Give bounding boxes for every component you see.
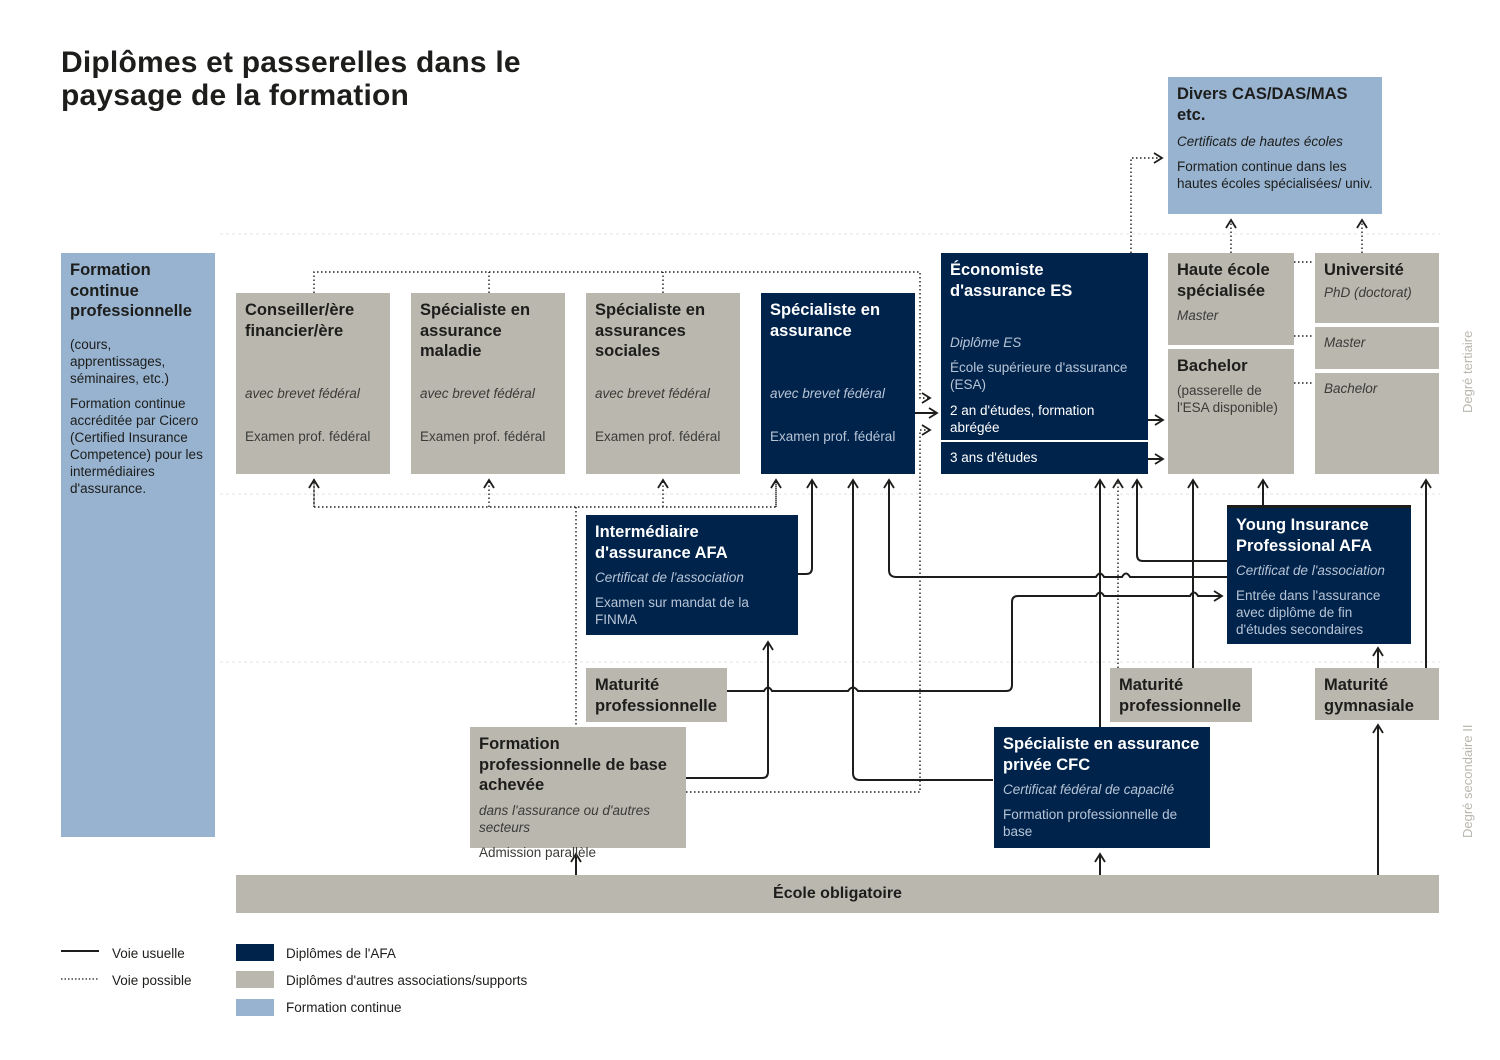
box-text: Examen prof. fédéral xyxy=(770,429,896,444)
zone-label-secondary: Degré secondaire II xyxy=(1460,724,1475,838)
box-text: Examen prof. fédéral xyxy=(245,429,371,444)
box-subtitle: Master xyxy=(1177,308,1219,323)
box-title: Bachelor xyxy=(1177,357,1248,375)
legend-voie-possible: Voie possible xyxy=(112,973,192,988)
box-text: Entrée dans l'assurance avec diplôme de … xyxy=(1236,588,1381,637)
box-formation-continue-professionnelle: Formation continue professionnelle (cour… xyxy=(61,253,215,837)
box-text: (passerelle de l'ESA disponible) xyxy=(1177,382,1278,415)
box-text: Formation professionnelle de base xyxy=(1003,807,1178,839)
box-intermediaire-assurance-afa: Intermédiaire d'assurance AFA Certificat… xyxy=(586,515,798,635)
box-subtitle: dans l'assurance ou d'autres secteurs xyxy=(479,802,651,835)
line-young-to-specialiste xyxy=(883,478,1227,578)
box-title: Formation continue professionnelle xyxy=(70,261,192,320)
box-title: Divers CAS/DAS/MAS etc. xyxy=(1177,85,1348,124)
legend-swatch-other xyxy=(236,971,274,988)
box-text: Examen prof. fédéral xyxy=(595,429,721,444)
box-subtitle: Master xyxy=(1324,335,1366,350)
box-subtitle: avec brevet fédéral xyxy=(770,386,885,401)
box-subtitle: PhD (doctorat) xyxy=(1324,284,1412,300)
box-title: Maturité gymnasiale xyxy=(1324,676,1414,715)
box-ecole-obligatoire: École obligatoire xyxy=(236,875,1439,913)
box-universite: Université PhD (doctorat) xyxy=(1315,253,1439,323)
box-conseiller-financier: Conseiller/ère financier/ère avec brevet… xyxy=(236,293,390,474)
box-divers-cas-das-mas: Divers CAS/DAS/MAS etc. Certificats de h… xyxy=(1168,77,1382,214)
option-three-years: 3 ans d'études xyxy=(950,450,1038,465)
box-title: Formation professionnelle de base achevé… xyxy=(479,735,667,794)
box-text: École supérieure d'assurance (ESA) xyxy=(950,360,1128,392)
box-universite-master: Master xyxy=(1315,327,1439,369)
box-universite-bachelor: Bachelor xyxy=(1315,373,1439,474)
option-two-years: 2 an d'études, formation abrégée xyxy=(950,403,1095,435)
box-title: École obligatoire xyxy=(773,884,902,902)
box-maturite-professionnelle-left: Maturité professionnelle xyxy=(586,668,727,722)
box-text: Examen sur mandat de la FINMA xyxy=(595,595,749,627)
legend-voie-usuelle: Voie usuelle xyxy=(112,946,185,961)
box-specialiste-en-assurance: Spécialiste en assurance avec brevet féd… xyxy=(761,293,915,474)
box-title: Maturité professionnelle xyxy=(595,676,717,715)
box-young-insurance-professional: Young Insurance Professional AFA Certifi… xyxy=(1227,505,1411,644)
box-title: Haute école spécialisée xyxy=(1177,261,1270,300)
box-formation-professionnelle-base: Formation professionnelle de base achevé… xyxy=(470,727,686,860)
box-title: Spécialiste en assurance xyxy=(770,301,881,340)
box-specialiste-assurances-sociales: Spécialiste en assurances sociales avec … xyxy=(586,293,740,474)
box-subtitle: avec brevet fédéral xyxy=(420,386,535,401)
box-haute-ecole-specialisee: Haute école spécialisée Master xyxy=(1168,253,1294,345)
box-subtitle: Certificat fédéral de capacité xyxy=(1003,782,1175,797)
option-divider xyxy=(941,440,1148,442)
legend-diplomes-autres: Diplômes d'autres associations/supports xyxy=(286,973,528,988)
box-subtitle: avec brevet fédéral xyxy=(595,386,710,401)
box-text: Admission parallèle xyxy=(479,844,597,860)
box-title: Conseiller/ère financier/ère xyxy=(245,301,355,340)
box-title: Économiste d'assurance ES xyxy=(950,261,1073,300)
box-title: Spécialiste en assurance privée CFC xyxy=(1003,735,1200,774)
box-title: Intermédiaire d'assurance AFA xyxy=(595,523,728,562)
box-subtitle: Certificat de l'association xyxy=(1236,563,1385,578)
box-specialiste-assurance-maladie: Spécialiste en assurance maladie avec br… xyxy=(411,293,565,474)
box-hes-bachelor: Bachelor (passerelle de l'ESA disponible… xyxy=(1168,349,1294,474)
box-subtitle: avec brevet fédéral xyxy=(245,386,360,401)
legend-diplomes-afa: Diplômes de l'AFA xyxy=(286,946,396,961)
legend-swatch-afa xyxy=(236,944,274,961)
box-subtitle: Certificats de hautes écoles xyxy=(1177,134,1343,149)
box-title: Spécialiste en assurances sociales xyxy=(595,301,706,360)
line-young-to-es xyxy=(1131,478,1227,562)
box-title: Spécialiste en assurance maladie xyxy=(420,301,531,360)
line-intermediaire-to-specialiste xyxy=(798,478,818,575)
legend-formation-continue: Formation continue xyxy=(286,1000,402,1015)
box-text: (cours, apprentissages, séminaires, etc.… xyxy=(70,336,170,386)
page-title: Diplômes et passerelles dans le paysage … xyxy=(61,46,521,112)
dotted-es-to-divers xyxy=(1130,152,1164,253)
legend-solid-line-icon xyxy=(61,950,99,980)
line-cfc-to-specialiste xyxy=(847,478,993,781)
box-subtitle: Certificat de l'association xyxy=(595,570,744,585)
box-text: Examen prof. fédéral xyxy=(420,429,546,444)
box-specialiste-assurance-privee-cfc: Spécialiste en assurance privée CFC Cert… xyxy=(994,727,1210,848)
zone-label-tertiary: Degré tertiaire xyxy=(1460,330,1475,413)
box-title: Young Insurance Professional AFA xyxy=(1236,516,1373,555)
box-title: Maturité professionnelle xyxy=(1119,676,1241,715)
box-economiste-assurance-es: Économiste d'assurance ES Diplôme ES Éco… xyxy=(941,253,1148,474)
box-subtitle: Diplôme ES xyxy=(950,335,1022,350)
legend-swatch-continuing xyxy=(236,999,274,1016)
box-subtitle: Bachelor xyxy=(1324,381,1378,396)
box-text: Formation continue accréditée par Cicero… xyxy=(70,395,203,496)
dotted-bottom-connector xyxy=(313,479,777,508)
box-text: Formation continue dans les hautes école… xyxy=(1177,159,1373,191)
box-title: Université xyxy=(1324,261,1404,279)
box-maturite-gymnasiale: Maturité gymnasiale xyxy=(1315,668,1439,720)
box-maturite-professionnelle-right: Maturité professionnelle xyxy=(1110,668,1252,722)
